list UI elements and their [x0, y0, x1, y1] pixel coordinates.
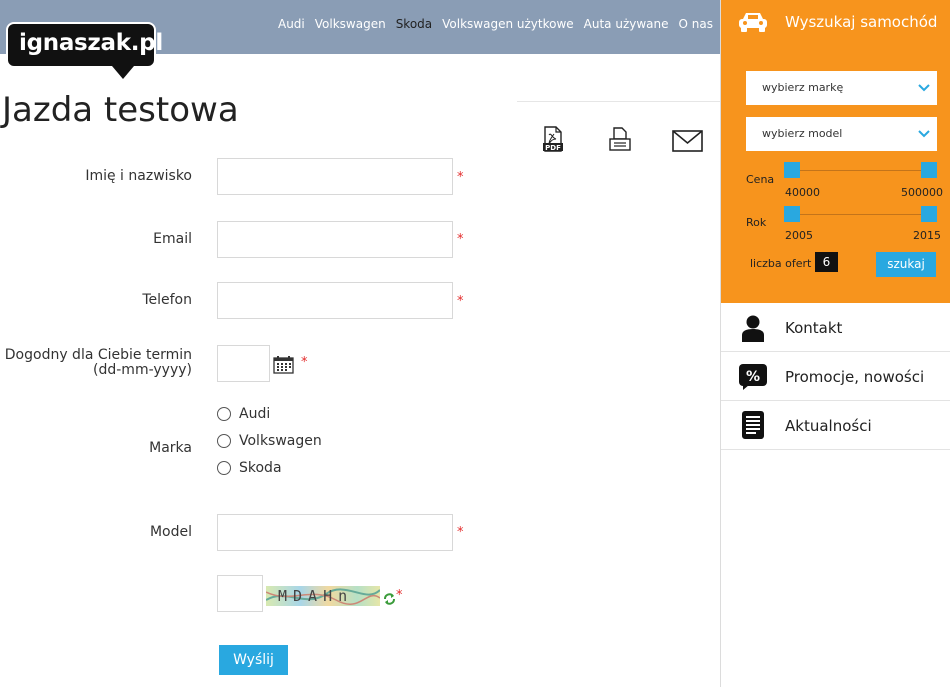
date-label: Dogodny dla Ciebie termin (dd-mm-yyyy) — [5, 348, 192, 378]
nav-item-volkswagen[interactable]: Volkswagen — [315, 17, 386, 31]
date-required-mark: * — [301, 355, 308, 370]
brand-option-skoda-label: Skoda — [239, 460, 282, 476]
radio-skoda[interactable] — [217, 461, 231, 475]
name-label: Imię i nazwisko — [85, 168, 192, 184]
make-select-value: wybierz markę — [762, 81, 844, 94]
email-input[interactable] — [217, 221, 453, 258]
make-select[interactable]: wybierz markę — [746, 71, 937, 105]
captcha-required-mark: * — [396, 588, 403, 603]
brand-label: Marka — [149, 440, 192, 456]
radio-audi[interactable] — [217, 407, 231, 421]
logo-tail — [112, 66, 134, 79]
car-icon — [737, 11, 769, 37]
captcha-input[interactable] — [217, 575, 263, 612]
person-icon — [741, 314, 765, 346]
nav-item-skoda[interactable]: Skoda — [396, 17, 432, 31]
mail-icon[interactable] — [672, 130, 703, 156]
year-slider-track — [793, 214, 929, 215]
captcha-image: MDAHn — [266, 586, 380, 606]
model-select-value: wybierz model — [762, 127, 843, 140]
logo-text: ignaszak.pl — [19, 30, 163, 56]
radio-volkswagen[interactable] — [217, 434, 231, 448]
price-label: Cena — [746, 173, 775, 186]
sidebar-item-label: Kontakt — [785, 319, 843, 337]
brand-option-audi[interactable]: Audi — [217, 406, 270, 422]
name-required-mark: * — [457, 170, 464, 185]
model-input[interactable] — [217, 514, 453, 551]
year-min-handle[interactable] — [784, 206, 800, 222]
captcha-text: MDAHn — [278, 587, 354, 605]
site-logo[interactable]: ignaszak.pl — [6, 22, 163, 68]
date-label-line-2: (dd-mm-yyyy) — [93, 362, 192, 378]
main-nav: Audi Volkswagen Skoda Volkswagen użytkow… — [278, 17, 713, 31]
year-max-handle[interactable] — [921, 206, 937, 222]
percent-icon: % — [739, 364, 767, 394]
offers-label: liczba ofert — [750, 257, 812, 270]
search-panel: Wyszukaj samochód wybierz markę wybierz … — [721, 0, 950, 303]
price-max-handle[interactable] — [921, 162, 937, 178]
nav-item-audi[interactable]: Audi — [278, 17, 305, 31]
phone-label: Telefon — [142, 292, 192, 308]
search-button[interactable]: szukaj — [876, 252, 936, 277]
sidebar-item-kontakt[interactable]: Kontakt — [721, 304, 950, 352]
svg-text:%: % — [746, 369, 760, 385]
chevron-down-icon — [918, 71, 930, 118]
price-slider-track — [793, 170, 929, 171]
pdf-icon[interactable]: PDF — [543, 126, 563, 156]
year-min-value: 2005 — [785, 229, 813, 242]
nav-item-volkswagen-uzytkowe[interactable]: Volkswagen użytkowe — [442, 17, 574, 31]
year-label: Rok — [746, 216, 767, 229]
sidebar-item-label: Promocje, nowości — [785, 368, 925, 386]
refresh-captcha-icon[interactable] — [383, 590, 396, 609]
submit-button[interactable]: Wyślij — [219, 645, 288, 675]
brand-option-volkswagen-label: Volkswagen — [239, 433, 322, 449]
nav-item-o-nas[interactable]: O nas — [679, 17, 713, 31]
model-select[interactable]: wybierz model — [746, 117, 937, 151]
phone-required-mark: * — [457, 294, 464, 309]
sidebar-item-aktualnosci[interactable]: Aktualności — [721, 402, 950, 450]
calendar-icon[interactable] — [273, 355, 294, 378]
date-input[interactable] — [217, 345, 270, 382]
document-icon — [742, 411, 764, 443]
email-required-mark: * — [457, 232, 464, 247]
price-min-handle[interactable] — [784, 162, 800, 178]
phone-input[interactable] — [217, 282, 453, 319]
svg-text:PDF: PDF — [545, 144, 561, 152]
price-min-value: 40000 — [785, 186, 820, 199]
brand-option-volkswagen[interactable]: Volkswagen — [217, 433, 322, 449]
sidebar-item-label: Aktualności — [785, 417, 872, 435]
nav-item-auta-uzywane[interactable]: Auta używane — [584, 17, 669, 31]
brand-option-skoda[interactable]: Skoda — [217, 460, 282, 476]
email-label: Email — [153, 231, 192, 247]
page-title: Jazda testowa — [2, 90, 239, 130]
brand-option-audi-label: Audi — [239, 406, 271, 422]
offers-count: 6 — [815, 252, 838, 272]
name-input[interactable] — [217, 158, 453, 195]
print-icon[interactable] — [608, 126, 632, 156]
sidebar-item-promocje[interactable]: % Promocje, nowości — [721, 353, 950, 401]
year-max-value: 2015 — [913, 229, 941, 242]
model-required-mark: * — [457, 525, 464, 540]
search-title: Wyszukaj samochód — [785, 13, 938, 31]
title-divider — [517, 101, 721, 102]
date-label-line-1: Dogodny dla Ciebie termin — [4, 347, 192, 363]
price-max-value: 500000 — [901, 186, 943, 199]
model-label: Model — [149, 524, 192, 540]
chevron-down-icon — [918, 117, 930, 164]
